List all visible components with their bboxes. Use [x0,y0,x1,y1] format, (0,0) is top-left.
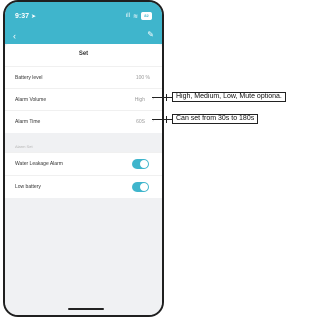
toggle-knob [140,183,148,191]
low-battery-row: Low battery [5,175,162,198]
low-battery-toggle[interactable] [132,182,149,192]
status-time: 9:37 ➤ [15,13,36,20]
alarm-time-row[interactable]: Alarm Time 60S › [5,110,162,133]
water-leakage-toggle[interactable] [132,159,149,169]
status-time-text: 9:37 [15,13,30,20]
status-bar: 9:37 ➤ ıll ≋ 82 [5,2,162,32]
water-leakage-row: Water Leakage Alarm [5,152,162,175]
time-callout: Can set from 30s to 180s [172,114,259,124]
toggle-knob [140,160,148,168]
alarm-time-label: Alarm Time [15,119,41,125]
signal-icon: ıll [125,13,130,19]
home-indicator[interactable] [68,308,104,310]
wifi-icon: ≋ [132,13,138,20]
volume-callout: High, Medium, Low, Mute optiona. [172,92,286,102]
low-battery-label: Low battery [15,184,41,190]
nav-bar: ‹ ✎ [5,30,162,44]
alarm-set-section-label: Alarm Set [15,144,33,149]
water-leakage-label: Water Leakage Alarm [15,161,63,167]
location-icon: ➤ [30,14,36,20]
battery-level-value: 100 % [135,75,150,81]
phone-frame: 9:37 ➤ ıll ≋ 82 ‹ ✎ Set Battery level 10… [3,0,164,317]
settings-header: Set [5,44,162,66]
volume-callout-connector [152,97,172,98]
empty-content-area [5,198,162,315]
time-callout-tick [166,116,167,123]
battery-level-row: Battery level 100 % [5,66,162,89]
battery-icon: 82 [141,12,152,20]
time-callout-connector [152,119,172,120]
alarm-volume-value: High [134,97,145,103]
alarm-volume-row[interactable]: Alarm Volume High › [5,88,162,111]
edit-icon[interactable]: ✎ [147,30,154,39]
battery-level-label: Battery level [15,75,43,81]
volume-callout-tick [166,94,167,101]
alarm-time-value: 60S [136,119,145,125]
status-indicators: ıll ≋ 82 [126,12,152,20]
alarm-volume-label: Alarm Volume [15,97,47,103]
page-title: Set [78,51,89,57]
back-icon[interactable]: ‹ [13,31,16,41]
